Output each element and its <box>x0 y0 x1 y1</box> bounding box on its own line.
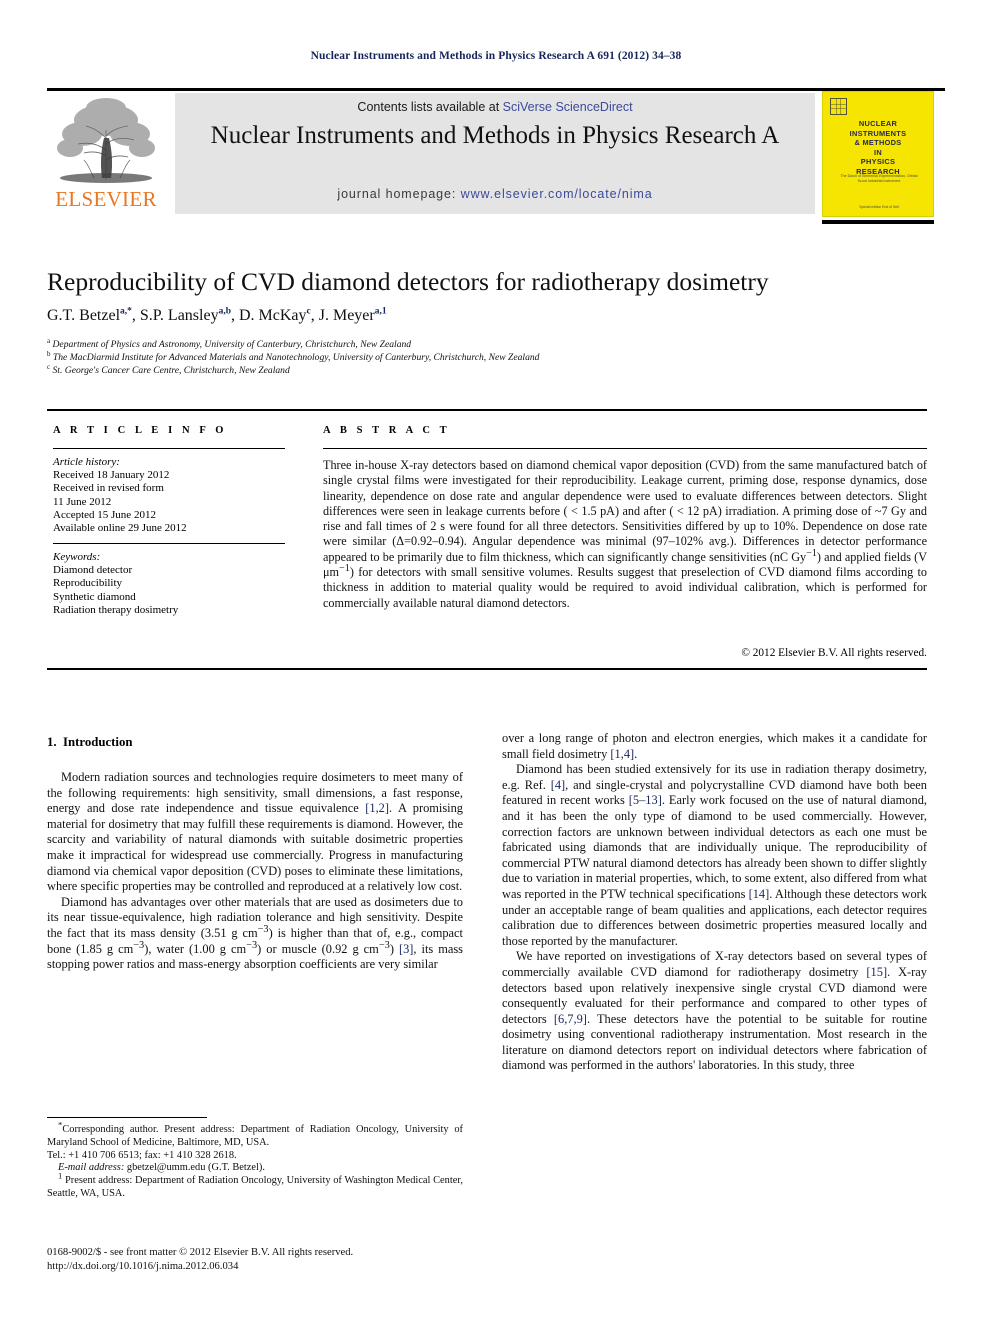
cover-subtitle: The Dutch of Elemental Experimentation, … <box>840 174 918 183</box>
article-history-label: Article history: <box>53 456 120 468</box>
footnote-block: *Corresponding author. Present address: … <box>47 1120 463 1201</box>
journal-cover-thumbnail: NUCLEAR INSTRUMENTS & METHODS IN PHYSICS RESE… <box>822 91 934 217</box>
keyword-item: Radiation therapy dosimetry <box>53 603 179 616</box>
elsevier-wordmark: ELSEVIER <box>55 187 157 211</box>
affiliation-mark: b <box>47 350 51 359</box>
citation-link[interactable]: [5–13] <box>629 793 662 807</box>
cover-title-line: INSTRUMENTS <box>849 128 907 138</box>
cover-title: NUCLEAR INSTRUMENTS & METHODS IN PHYSICS RESE… <box>829 119 927 177</box>
elsevier-logo: ELSEVIER <box>50 94 162 214</box>
journal-title: Nuclear Instruments and Methods in Physi… <box>210 122 780 149</box>
copyright-line: © 2012 Elsevier B.V. All rights reserved… <box>741 647 927 659</box>
elsevier-tree-icon <box>54 94 158 186</box>
contents-available-line: Contents lists available at SciVerse Sci… <box>175 100 815 114</box>
footnote-email-label: E-mail address: <box>58 1162 125 1174</box>
doi-line[interactable]: http://dx.doi.org/10.1016/j.nima.2012.06… <box>47 1260 467 1274</box>
affiliation-mark: c <box>47 363 51 372</box>
body-column-left: Modern radiation sources and technologie… <box>47 770 463 973</box>
article-info-heading: A R T I C L E I N F O <box>53 425 228 436</box>
contents-prefix: Contents lists available at <box>357 100 503 114</box>
affiliation-item: a Department of Physics and Astronomy, U… <box>47 336 412 350</box>
paper-page: Nuclear Instruments and Methods in Physi… <box>0 0 992 1323</box>
article-history-item: Received in revised form <box>53 482 164 495</box>
footnote-email: E-mail address: gbetzel@umm.edu (G.T. Be… <box>47 1162 463 1175</box>
abstract-band-bottom-rule <box>47 668 927 670</box>
body-paragraph: Diamond has been studied extensively for… <box>502 762 927 948</box>
journal-homepage-line: journal homepage: www.elsevier.com/locat… <box>175 187 815 201</box>
journal-homepage-link[interactable]: www.elsevier.com/locate/nima <box>461 187 653 201</box>
masthead-top-rule <box>47 88 945 91</box>
footnote-corresponding-author: *Corresponding author. Present address: … <box>47 1120 463 1150</box>
sciencedirect-link[interactable]: SciVerse ScienceDirect <box>503 100 633 114</box>
article-history-item: Received 18 January 2012 <box>53 469 170 482</box>
article-history-items: Received 18 January 2012 Received in revi… <box>53 469 288 535</box>
section-number: 1. <box>47 735 57 749</box>
cover-title-line: & METHODS <box>854 138 902 148</box>
issn-line: 0168-9002/$ - see front matter © 2012 El… <box>47 1247 354 1258</box>
affiliation-list: a Department of Physics and Astronomy, U… <box>47 336 927 378</box>
author-affil-marks: a,1 <box>374 306 387 317</box>
article-history-item: 11 June 2012 <box>53 495 112 508</box>
article-history-item: Available online 29 June 2012 <box>53 522 187 535</box>
keywords-block: Keywords: Diamond detector Reproducibilit… <box>53 551 288 617</box>
cover-title-line: PHYSICS <box>860 157 896 167</box>
citation-link[interactable]: [3] <box>399 942 413 956</box>
citation-link[interactable]: [15] <box>866 965 887 979</box>
author-name: G.T. Betzela,* <box>47 306 132 324</box>
cover-title-line: NUCLEAR <box>858 119 898 128</box>
author-affil-marks: c <box>306 306 311 317</box>
keywords-items: Diamond detector Reproducibility Synthetic… <box>53 564 288 617</box>
footnote-rule <box>47 1117 207 1118</box>
author-name: J. Meyera,1 <box>318 306 387 324</box>
citation-link[interactable]: [1,2] <box>365 801 389 815</box>
abstract-rule <box>323 448 927 449</box>
abstract-band-top-rule <box>47 409 927 411</box>
footnote-present-address-text: Present address: Department of Radiation… <box>47 1175 463 1199</box>
section-title: Introduction <box>63 735 133 749</box>
page-title: Reproducibility of CVD diamond detectors… <box>47 267 769 296</box>
footnote-present-address: 1 Present address: Department of Radiati… <box>47 1171 463 1201</box>
citation-link[interactable]: [14] <box>749 887 770 901</box>
abstract-text: Three in-house X-ray detectors based on … <box>323 458 927 610</box>
footnote-corresponding-text: Corresponding author. Present address: D… <box>47 1124 463 1148</box>
affiliation-item: b The MacDiarmid Institute for Advanced … <box>47 350 540 364</box>
body-paragraph: We have reported on investigations of X-… <box>502 949 927 1073</box>
citation-link[interactable]: [1,4] <box>610 747 634 761</box>
citation-link[interactable]: [6,7,9] <box>554 1012 587 1026</box>
cover-grid-icon <box>830 98 847 115</box>
keyword-item: Synthetic diamond <box>53 590 136 603</box>
homepage-prefix: journal homepage: <box>337 187 461 201</box>
keyword-item: Reproducibility <box>53 577 123 590</box>
footnote-marker-1: 1 <box>58 1170 63 1181</box>
running-head: Nuclear Instruments and Methods in Physi… <box>310 50 682 62</box>
body-paragraph: over a long range of photon and electron… <box>502 731 927 761</box>
author-name: D. McKayc <box>238 306 311 324</box>
section-heading-introduction: 1. Introduction <box>47 735 132 750</box>
author-name: S.P. Lansleya,b <box>139 306 231 324</box>
keywords-label: Keywords: <box>53 551 101 563</box>
article-history-item: Accepted 15 June 2012 <box>53 508 156 521</box>
affiliation-mark: a <box>47 336 51 345</box>
cover-title-line: IN <box>874 147 882 157</box>
imprint-block: 0168-9002/$ - see front matter © 2012 El… <box>47 1246 467 1273</box>
affiliation-item: c St. George's Cancer Care Centre, Chris… <box>47 363 290 377</box>
abstract-heading: A B S T R A C T <box>323 425 451 436</box>
body-paragraph: Diamond has advantages over other materi… <box>47 894 463 972</box>
cover-underline-rule <box>822 220 934 224</box>
author-affil-marks: a,b <box>218 306 231 317</box>
body-column-right: over a long range of photon and electron… <box>502 731 927 1074</box>
footnote-email-value[interactable]: gbetzel@umm.edu (G.T. Betzel). <box>127 1162 265 1173</box>
footnote-tel: Tel.: +1 410 706 6513; fax: +1 410 328 2… <box>47 1149 237 1161</box>
article-info-rule <box>53 448 285 449</box>
author-list: G.T. Betzela,*, S.P. Lansleya,b, D. McKa… <box>47 306 387 324</box>
keyword-item: Diamond detector <box>53 564 133 577</box>
keywords-divider-rule <box>53 543 285 544</box>
citation-link[interactable]: [4] <box>551 778 565 792</box>
journal-masthead: ELSEVIER Contents lists available at Sci… <box>47 88 945 224</box>
author-affil-marks: a,* <box>120 306 132 317</box>
body-paragraph: Modern radiation sources and technologie… <box>47 770 463 894</box>
article-history: Article history: Received 18 January 201… <box>53 456 288 535</box>
cover-footer: Special edition End of Self <box>859 205 899 209</box>
